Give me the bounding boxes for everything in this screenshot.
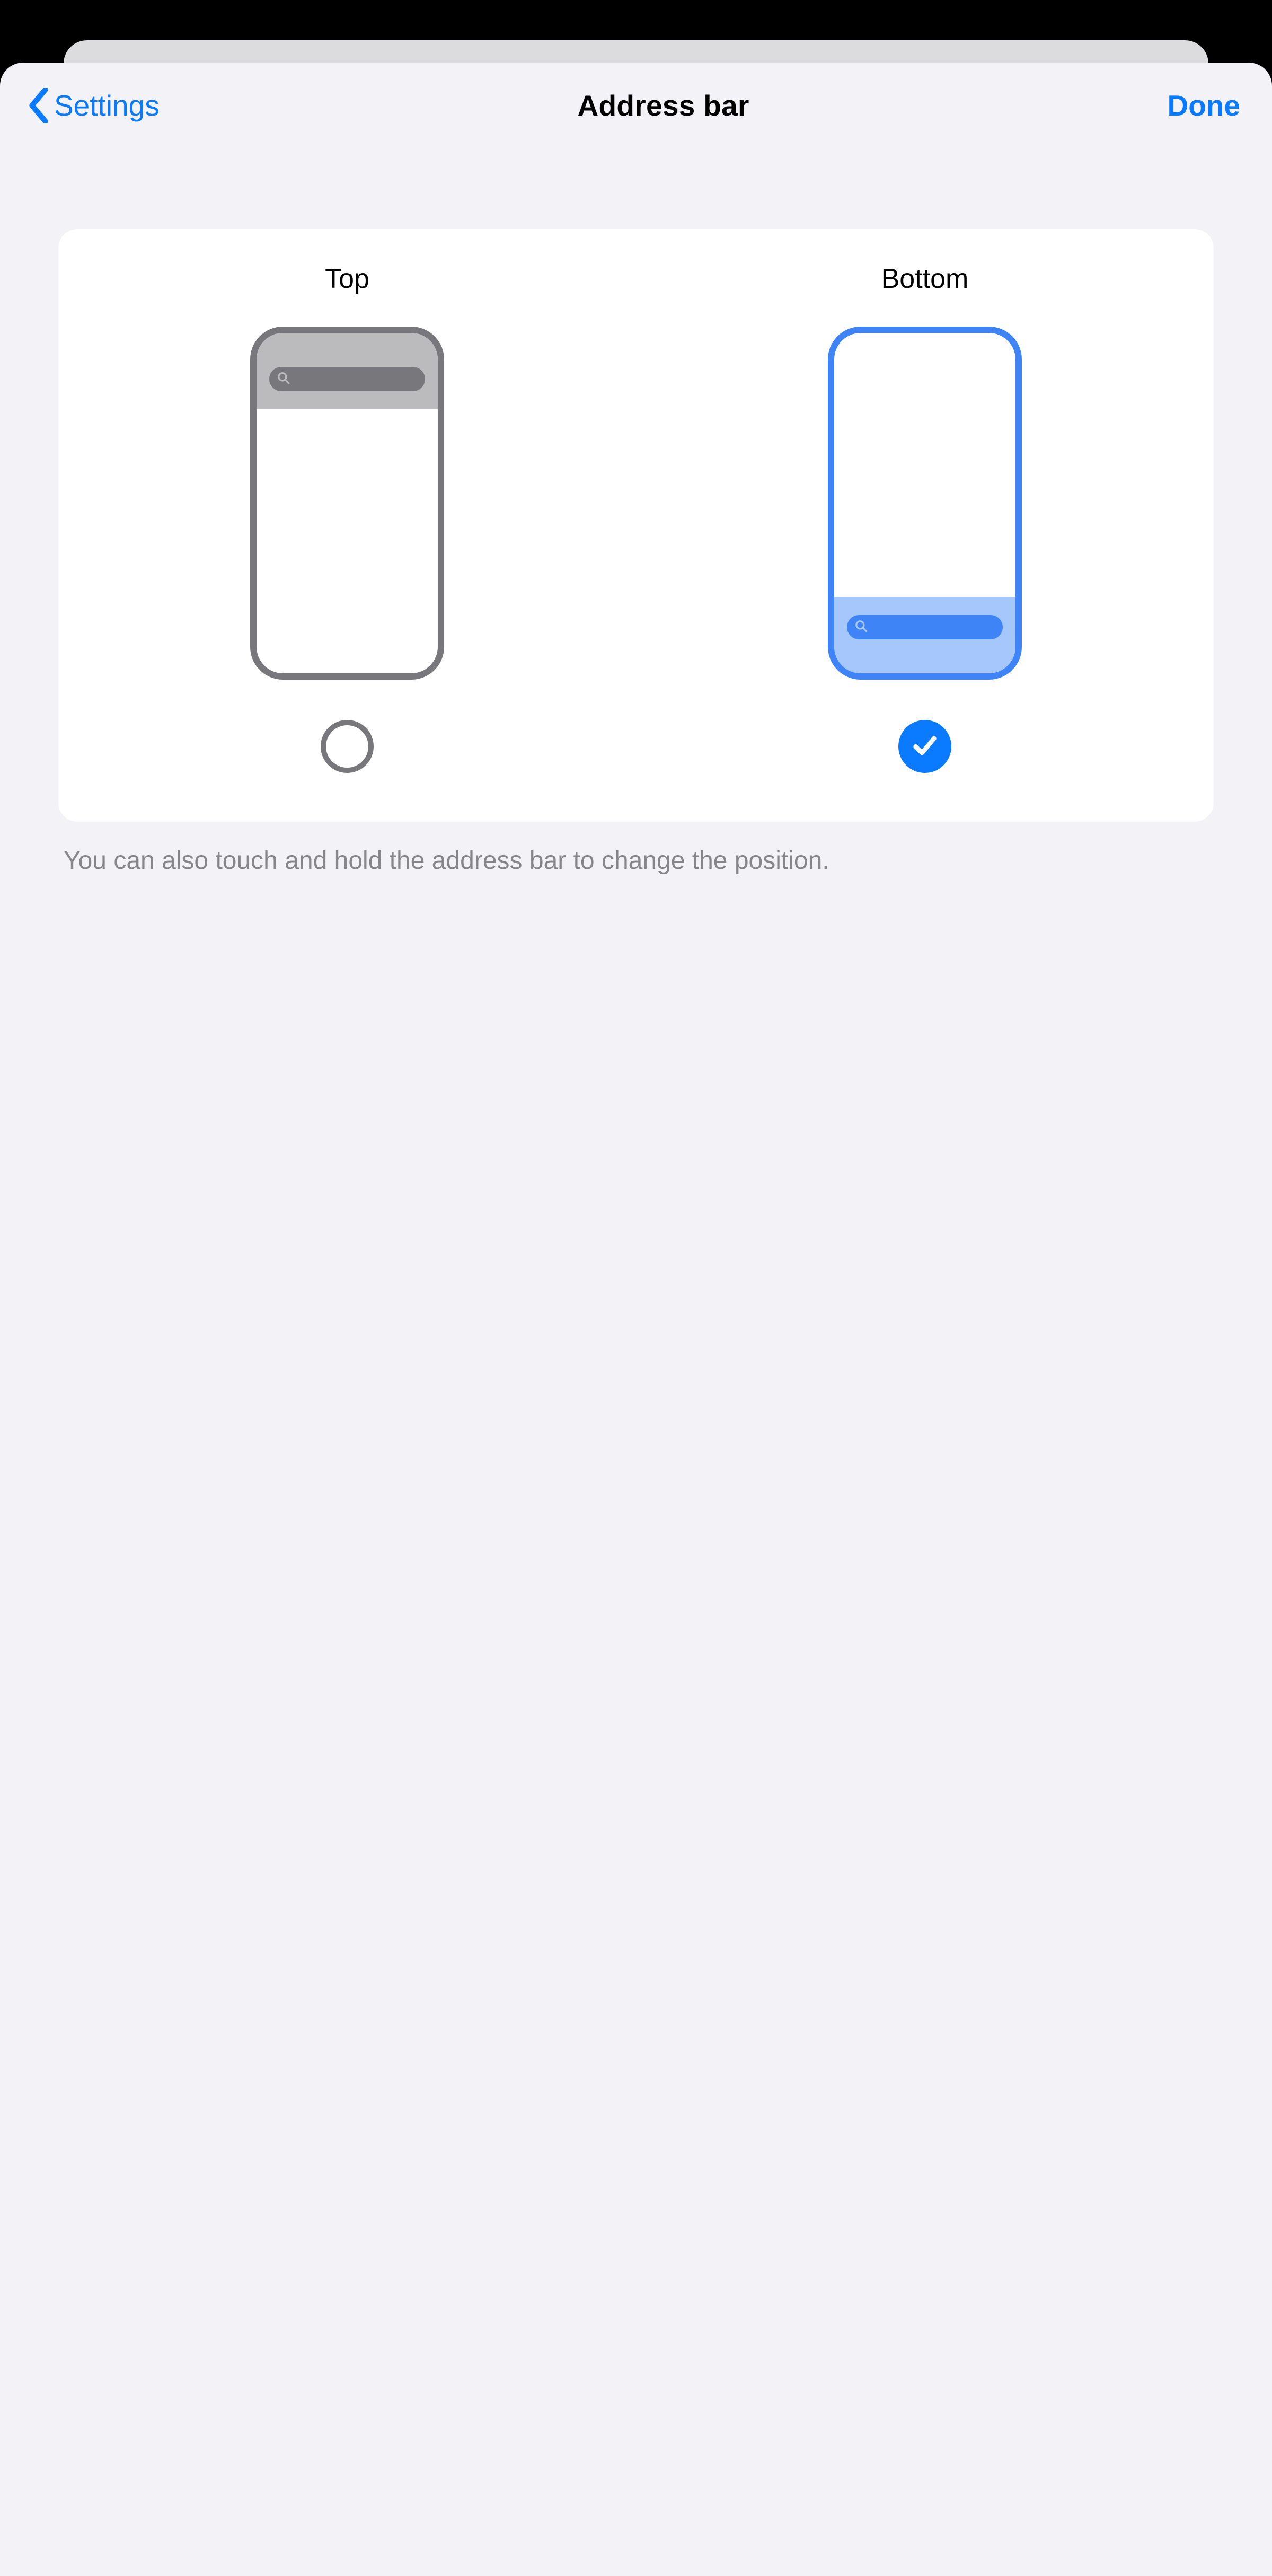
preview-top-toolbar bbox=[257, 333, 438, 409]
settings-sheet: Settings Address bar Done Top bbox=[0, 63, 1272, 2576]
options-row: Top bbox=[58, 263, 1214, 773]
preview-bottom-icon bbox=[828, 327, 1022, 680]
preview-bottom-url-pill bbox=[847, 615, 1003, 639]
done-button[interactable]: Done bbox=[1167, 89, 1240, 122]
checkmark-icon bbox=[911, 732, 939, 762]
navbar: Settings Address bar Done bbox=[0, 63, 1272, 146]
option-top[interactable]: Top bbox=[58, 263, 636, 773]
sheet-stack: Settings Address bar Done Top bbox=[0, 0, 1272, 2576]
content: Top bbox=[0, 146, 1272, 877]
radio-bottom[interactable] bbox=[898, 720, 951, 773]
chevron-left-icon bbox=[29, 88, 49, 123]
back-button[interactable]: Settings bbox=[29, 88, 160, 123]
option-bottom-label: Bottom bbox=[881, 263, 969, 295]
footnote: You can also touch and hold the address … bbox=[58, 822, 1214, 877]
radio-top[interactable] bbox=[321, 720, 374, 773]
preview-top-url-pill bbox=[269, 367, 425, 391]
search-icon bbox=[277, 371, 290, 388]
search-icon bbox=[854, 619, 868, 636]
options-card: Top bbox=[58, 229, 1214, 822]
preview-top-icon bbox=[250, 327, 444, 680]
page-title: Address bar bbox=[577, 89, 749, 122]
option-bottom[interactable]: Bottom bbox=[636, 263, 1214, 773]
preview-bottom-toolbar bbox=[834, 597, 1015, 673]
back-label: Settings bbox=[54, 89, 160, 122]
option-top-label: Top bbox=[325, 263, 369, 295]
